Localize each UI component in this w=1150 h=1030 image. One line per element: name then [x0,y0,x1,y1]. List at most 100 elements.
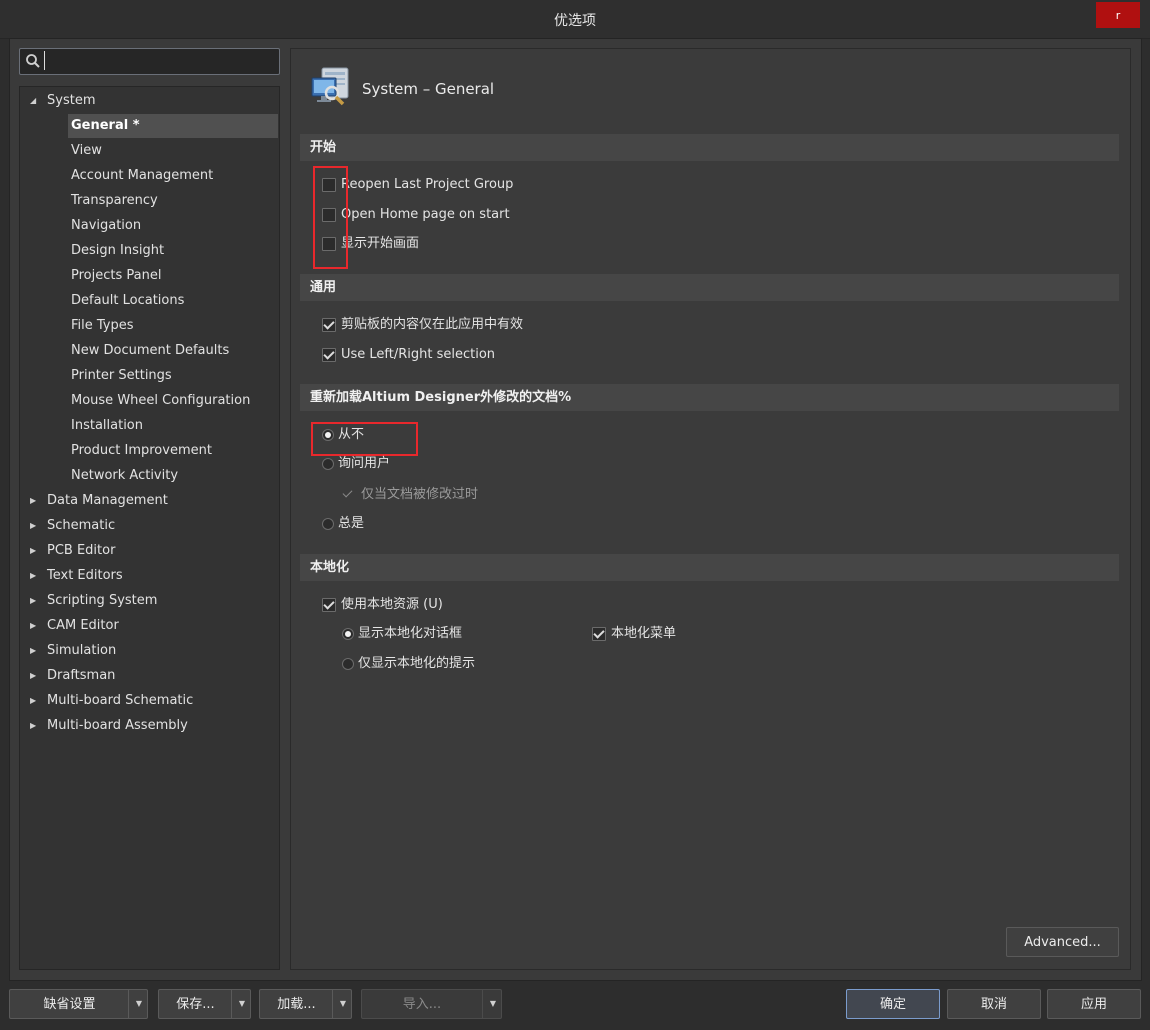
tree-item-label: View [71,143,102,158]
search-icon [26,54,40,68]
tree-item-label: Account Management [71,168,214,183]
tree-item-projects-panel[interactable]: Projects Panel [20,263,279,288]
defaults-dropdown-chevron-icon[interactable]: ▼ [128,990,149,1018]
tree-item-design-insight[interactable]: Design Insight [20,238,279,263]
tree-item-simulation[interactable]: ▶ Simulation [20,638,279,663]
tree-item-pcb-editor[interactable]: ▶ PCB Editor [20,538,279,563]
section-startup: 开始 [300,134,1119,161]
tree-item-cam-editor[interactable]: ▶ CAM Editor [20,613,279,638]
apply-button[interactable]: 应用 [1047,989,1141,1019]
tree-item-multi-board-assembly[interactable]: ▶ Multi-board Assembly [20,713,279,738]
preferences-tree: ◢ System General * View Account Management Tr… [19,86,280,970]
tree-item-schematic[interactable]: ▶ Schematic [20,513,279,538]
tree-item-label: New Document Defaults [71,343,230,358]
radio-button[interactable] [342,628,354,640]
tree-item-label: Draftsman [47,668,116,683]
search-box[interactable] [19,48,280,75]
checkbox-box[interactable] [592,627,606,641]
checkbox-box[interactable] [322,348,336,362]
title-bar: 优选项 r [0,0,1150,39]
tree-item-label: Mouse Wheel Configuration [71,393,251,408]
tree-item-default-locations[interactable]: Default Locations [20,288,279,313]
tree-item-transparency[interactable]: Transparency [20,188,279,213]
tree-item-installation[interactable]: Installation [20,413,279,438]
save-dropdown-chevron-icon[interactable]: ▼ [231,990,252,1018]
tree-item-printer-settings[interactable]: Printer Settings [20,363,279,388]
collapsed-arrow-icon[interactable]: ▶ [30,638,40,663]
expanded-arrow-icon[interactable]: ◢ [30,88,40,113]
tree-item-network-activity[interactable]: Network Activity [20,463,279,488]
checkbox-label: Use Left/Right selection [341,347,496,362]
section-localization: 本地化 [300,554,1119,581]
checkbox-label: 仅当文档被修改过时 [361,487,479,502]
search-input[interactable] [44,51,273,70]
tree-item-label: Simulation [47,643,117,658]
section-startup-label: 开始 [310,140,337,155]
ok-button[interactable]: 确定 [846,989,940,1019]
section-reload-label: 重新加载Altium Designer外修改的文档% [310,390,572,405]
tree-item-navigation[interactable]: Navigation [20,213,279,238]
close-button[interactable]: r [1096,2,1140,28]
defaults-split-button[interactable]: 缺省设置 ▼ [9,989,148,1019]
tree-item-multi-board-schematic[interactable]: ▶ Multi-board Schematic [20,688,279,713]
import-button[interactable]: 导入... [362,990,482,1020]
tree-item-view[interactable]: View [20,138,279,163]
collapsed-arrow-icon[interactable]: ▶ [30,663,40,688]
highlight-box-startup-checkboxes [313,166,348,269]
section-localization-label: 本地化 [310,560,350,575]
checkbox-label: 剪贴板的内容仅在此应用中有效 [341,317,524,332]
tree-item-new-document-defaults[interactable]: New Document Defaults [20,338,279,363]
defaults-button[interactable]: 缺省设置 [10,990,129,1020]
tree-item-label: File Types [71,318,134,333]
import-split-button[interactable]: 导入... ▼ [361,989,502,1019]
tree-item-label: Printer Settings [71,368,172,383]
collapsed-arrow-icon[interactable]: ▶ [30,538,40,563]
checkbox-box[interactable] [342,488,354,500]
checkbox-box[interactable] [322,598,336,612]
load-dropdown-chevron-icon[interactable]: ▼ [332,990,353,1018]
tree-item-label: Scripting System [47,593,158,608]
tree-item-system[interactable]: ◢ System [20,88,279,113]
load-split-button[interactable]: 加载... ▼ [259,989,352,1019]
radio-button[interactable] [322,518,334,530]
radio-label: 询问用户 [338,456,391,471]
advanced-button[interactable]: Advanced... [1006,927,1119,957]
section-reload: 重新加载Altium Designer外修改的文档% [300,384,1119,411]
tree-item-general[interactable]: General * [20,113,279,138]
save-split-button[interactable]: 保存... ▼ [158,989,251,1019]
import-dropdown-chevron-icon[interactable]: ▼ [482,990,503,1018]
radio-button[interactable] [322,458,334,470]
tree-item-data-management[interactable]: ▶ Data Management [20,488,279,513]
collapsed-arrow-icon[interactable]: ▶ [30,563,40,588]
tree-item-label: Projects Panel [71,268,162,283]
collapsed-arrow-icon[interactable]: ▶ [30,513,40,538]
tree-item-account-management[interactable]: Account Management [20,163,279,188]
tree-item-label: General * [71,118,140,133]
window-title: 优选项 [554,13,596,29]
checkbox-label: 本地化菜单 [611,626,677,641]
tree-item-product-improvement[interactable]: Product Improvement [20,438,279,463]
tree-item-label: PCB Editor [47,543,116,558]
tree-item-label: Data Management [47,493,168,508]
tree-item-label: Design Insight [71,243,165,258]
checkbox-label: 显示开始画面 [341,236,420,251]
tree-item-draftsman[interactable]: ▶ Draftsman [20,663,279,688]
cancel-button[interactable]: 取消 [947,989,1041,1019]
collapsed-arrow-icon[interactable]: ▶ [30,688,40,713]
radio-label: 仅显示本地化的提示 [358,656,476,671]
tree-item-scripting-system[interactable]: ▶ Scripting System [20,588,279,613]
tree-item-label: Transparency [71,193,158,208]
collapsed-arrow-icon[interactable]: ▶ [30,613,40,638]
save-button[interactable]: 保存... [159,990,232,1020]
collapsed-arrow-icon[interactable]: ▶ [30,713,40,738]
checkbox-box[interactable] [322,318,336,332]
load-button[interactable]: 加载... [260,990,333,1020]
tree-item-label: Product Improvement [71,443,212,458]
tree-item-text-editors[interactable]: ▶ Text Editors [20,563,279,588]
collapsed-arrow-icon[interactable]: ▶ [30,588,40,613]
radio-button[interactable] [342,658,354,670]
tree-item-file-types[interactable]: File Types [20,313,279,338]
tree-item-mouse-wheel-configuration[interactable]: Mouse Wheel Configuration [20,388,279,413]
collapsed-arrow-icon[interactable]: ▶ [30,488,40,513]
section-general: 通用 [300,274,1119,301]
